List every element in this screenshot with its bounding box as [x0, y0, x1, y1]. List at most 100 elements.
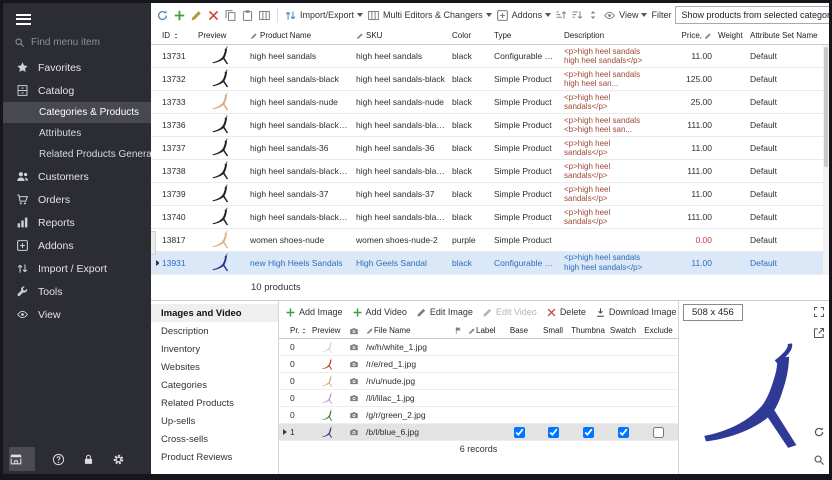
- image-row[interactable]: 0 /g/r/green_2.jpg: [279, 407, 678, 424]
- column-header-preview[interactable]: Preview: [195, 31, 247, 40]
- product-row[interactable]: 13732 high heel sandals-black high heel …: [151, 68, 829, 91]
- image-row[interactable]: 0 /w/h/white_1.jpg: [279, 339, 678, 356]
- product-row[interactable]: 13931 new High Heels Sandals High Geels …: [151, 252, 829, 275]
- column-header-thumbnail[interactable]: Thumbna: [570, 326, 606, 335]
- sidebar-item-customers[interactable]: Customers: [3, 165, 151, 188]
- column-header-swatch[interactable]: Swatch: [606, 326, 640, 335]
- tab-websites[interactable]: Websites: [151, 358, 278, 376]
- delete-image-button[interactable]: Delete: [546, 307, 586, 318]
- edit-image-button[interactable]: Edit Image: [416, 307, 473, 318]
- columns-button[interactable]: [258, 9, 271, 22]
- edit-product-button[interactable]: [190, 9, 203, 22]
- tab-up-sells[interactable]: Up-sells: [151, 412, 278, 430]
- sidebar-item-orders[interactable]: Orders: [3, 188, 151, 211]
- reorder-button[interactable]: [587, 9, 599, 21]
- image-row[interactable]: 0 /l/i/lilac_1.jpg: [279, 390, 678, 407]
- add-product-button[interactable]: [173, 9, 186, 22]
- tab-cross-sells[interactable]: Cross-sells: [151, 430, 278, 448]
- column-header-label[interactable]: Label: [466, 326, 502, 335]
- sidebar-item-favorites[interactable]: Favorites: [3, 56, 151, 79]
- exclude-checkbox[interactable]: [653, 427, 664, 438]
- tab-related-products[interactable]: Related Products: [151, 394, 278, 412]
- edit-video-button[interactable]: Edit Video: [482, 307, 537, 318]
- help-icon[interactable]: [52, 453, 65, 466]
- column-header-flag[interactable]: [450, 326, 466, 335]
- product-row[interactable]: 13731 high heel sandals high heel sandal…: [151, 45, 829, 68]
- sidebar-item-addons[interactable]: Addons: [3, 234, 151, 257]
- fullscreen-button[interactable]: [813, 306, 825, 318]
- pencil-icon: [416, 307, 427, 318]
- lock-icon[interactable]: [82, 453, 95, 466]
- product-row[interactable]: 13737 high heel sandals-36 high heel san…: [151, 137, 829, 160]
- filter-category-select[interactable]: Show products from selected categories: [675, 6, 829, 24]
- sidebar-item-related-products-generator[interactable]: Related Products Generator: [3, 144, 151, 165]
- image-preview[interactable]: [679, 323, 829, 474]
- column-header-exclude[interactable]: Exclude: [640, 326, 677, 335]
- column-header-color[interactable]: Color: [449, 31, 491, 40]
- add-video-button[interactable]: Add Video: [352, 307, 407, 318]
- open-external-button[interactable]: [813, 327, 825, 339]
- sidebar-item-tools[interactable]: Tools: [3, 280, 151, 303]
- sort-asc-button[interactable]: [555, 9, 567, 21]
- column-header-attribute-set[interactable]: Attribute Set Name: [747, 31, 823, 40]
- addons-menu[interactable]: Addons: [496, 9, 552, 22]
- panel-collapse-handle[interactable]: [151, 231, 156, 255]
- column-header-product-name[interactable]: Product Name: [247, 31, 353, 40]
- column-header-position[interactable]: Pr.: [288, 326, 310, 335]
- product-row[interactable]: 13733 high heel sandals-nude high heel s…: [151, 91, 829, 114]
- column-header-base[interactable]: Base: [502, 326, 536, 335]
- add-image-button[interactable]: Add Image: [285, 307, 343, 318]
- column-header-price[interactable]: Price,: [653, 31, 715, 40]
- column-header-description[interactable]: Description: [561, 31, 653, 40]
- product-row[interactable]: 13736 high heel sandals-black-36 high he…: [151, 114, 829, 137]
- image-row[interactable]: 1 /b/l/blue_6.jpg: [279, 424, 678, 441]
- sidebar-item-import-export[interactable]: Import / Export: [3, 257, 151, 280]
- sort-desc-button[interactable]: [571, 9, 583, 21]
- product-row[interactable]: 13817 women shoes-nude women shoes-nude-…: [151, 229, 829, 252]
- tab-categories[interactable]: Categories: [151, 376, 278, 394]
- swatch-checkbox[interactable]: [618, 427, 629, 438]
- column-header-small[interactable]: Small: [536, 326, 570, 335]
- column-header-weight[interactable]: Weight: [715, 31, 747, 40]
- delete-product-button[interactable]: [207, 9, 220, 22]
- paste-button[interactable]: [241, 9, 254, 22]
- view-menu[interactable]: View: [603, 9, 647, 22]
- sidebar-item-categories-products[interactable]: Categories & Products: [3, 102, 151, 123]
- download-image-button[interactable]: Download Image: [595, 307, 677, 318]
- copy-button[interactable]: [224, 9, 237, 22]
- refresh-button[interactable]: [156, 9, 169, 22]
- sidebar-item-view[interactable]: View: [3, 303, 151, 326]
- product-row[interactable]: 13738 high heel sandals-black-37 high he…: [151, 160, 829, 183]
- thumbnail-checkbox[interactable]: [583, 427, 594, 438]
- tab-images-and-video[interactable]: Images and Video: [151, 304, 278, 322]
- column-header-camera[interactable]: [344, 326, 364, 336]
- product-row[interactable]: 13740 high heel sandals-black-38 high he…: [151, 206, 829, 229]
- image-row[interactable]: 0 /n/u/nude.jpg: [279, 373, 678, 390]
- sidebar-item-catalog[interactable]: Catalog: [3, 79, 151, 102]
- small-checkbox[interactable]: [548, 427, 559, 438]
- tab-description[interactable]: Description: [151, 322, 278, 340]
- store-icon[interactable]: [9, 447, 35, 471]
- grid-scrollbar-thumb[interactable]: [824, 47, 828, 167]
- column-header-file-name[interactable]: File Name: [364, 326, 450, 335]
- image-row[interactable]: 0 /r/e/red_1.jpg: [279, 356, 678, 373]
- column-header-sku[interactable]: SKU: [353, 31, 449, 40]
- base-checkbox[interactable]: [514, 427, 525, 438]
- product-row[interactable]: 13739 high heel sandals-37 high heel san…: [151, 183, 829, 206]
- column-header-image-preview[interactable]: Preview: [310, 326, 344, 335]
- sidebar-item-reports[interactable]: Reports: [3, 211, 151, 234]
- column-header-type[interactable]: Type: [491, 31, 561, 40]
- multi-editors-menu[interactable]: Multi Editors & Changers: [367, 9, 492, 22]
- zoom-button[interactable]: [813, 454, 825, 466]
- column-header-id[interactable]: ID: [159, 31, 195, 40]
- grid-scrollbar[interactable]: [823, 45, 829, 275]
- rotate-button[interactable]: [813, 426, 825, 438]
- gear-icon[interactable]: [112, 453, 125, 466]
- menu-search-input[interactable]: [31, 37, 131, 48]
- tab-product-reviews[interactable]: Product Reviews: [151, 448, 278, 466]
- sidebar-item-attributes[interactable]: Attributes: [3, 123, 151, 144]
- product-type-cell: Configurable Product: [491, 51, 561, 61]
- tab-inventory[interactable]: Inventory: [151, 340, 278, 358]
- menu-icon[interactable]: [3, 3, 151, 31]
- import-export-menu[interactable]: Import/Export: [284, 9, 363, 22]
